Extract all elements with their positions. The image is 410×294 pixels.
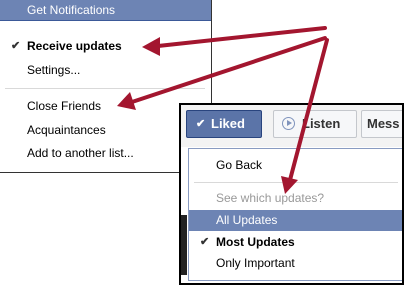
- add-to-list-label: Add to another list...: [27, 146, 134, 160]
- most-updates-label: Most Updates: [216, 235, 295, 249]
- settings-label: Settings...: [27, 63, 81, 77]
- menu-divider: [5, 88, 205, 89]
- receive-updates-label: Receive updates: [27, 39, 122, 53]
- only-important-label: Only Important: [216, 256, 295, 270]
- get-notifications-header[interactable]: Get Notifications: [0, 0, 211, 21]
- receive-updates-item[interactable]: ✔ Receive updates: [0, 36, 210, 56]
- liked-button[interactable]: ✔ Liked: [186, 110, 262, 138]
- liked-label: Liked: [211, 116, 245, 131]
- check-icon: ✔: [11, 40, 21, 52]
- listen-label: Listen: [302, 116, 341, 131]
- go-back-item[interactable]: Go Back: [189, 155, 402, 176]
- liked-dropdown: Go Back See which updates? All Updates ✔…: [188, 148, 402, 281]
- only-important-option[interactable]: Only Important: [189, 253, 402, 274]
- all-updates-label: All Updates: [216, 213, 278, 227]
- background-strip: [181, 215, 187, 275]
- acquaintances-label: Acquaintances: [27, 123, 106, 137]
- all-updates-option[interactable]: All Updates: [189, 210, 402, 231]
- play-icon: [282, 117, 295, 130]
- most-updates-option[interactable]: ✔ Most Updates: [189, 232, 402, 253]
- section-label: See which updates?: [189, 188, 402, 209]
- close-friends-label: Close Friends: [27, 99, 102, 113]
- message-button[interactable]: Mess: [361, 110, 402, 138]
- see-which-updates-label: See which updates?: [216, 191, 325, 205]
- check-icon: ✔: [196, 118, 206, 130]
- liked-menu-screenshot: ✔ Liked Listen Mess Go Back See which up…: [179, 103, 404, 285]
- message-label: Mess: [367, 116, 400, 131]
- listen-button[interactable]: Listen: [273, 110, 357, 138]
- settings-item[interactable]: Settings...: [0, 60, 210, 80]
- page-action-bar: ✔ Liked Listen Mess: [181, 105, 402, 147]
- menu-divider: [194, 182, 398, 183]
- go-back-label: Go Back: [216, 158, 263, 172]
- check-icon: ✔: [200, 236, 210, 248]
